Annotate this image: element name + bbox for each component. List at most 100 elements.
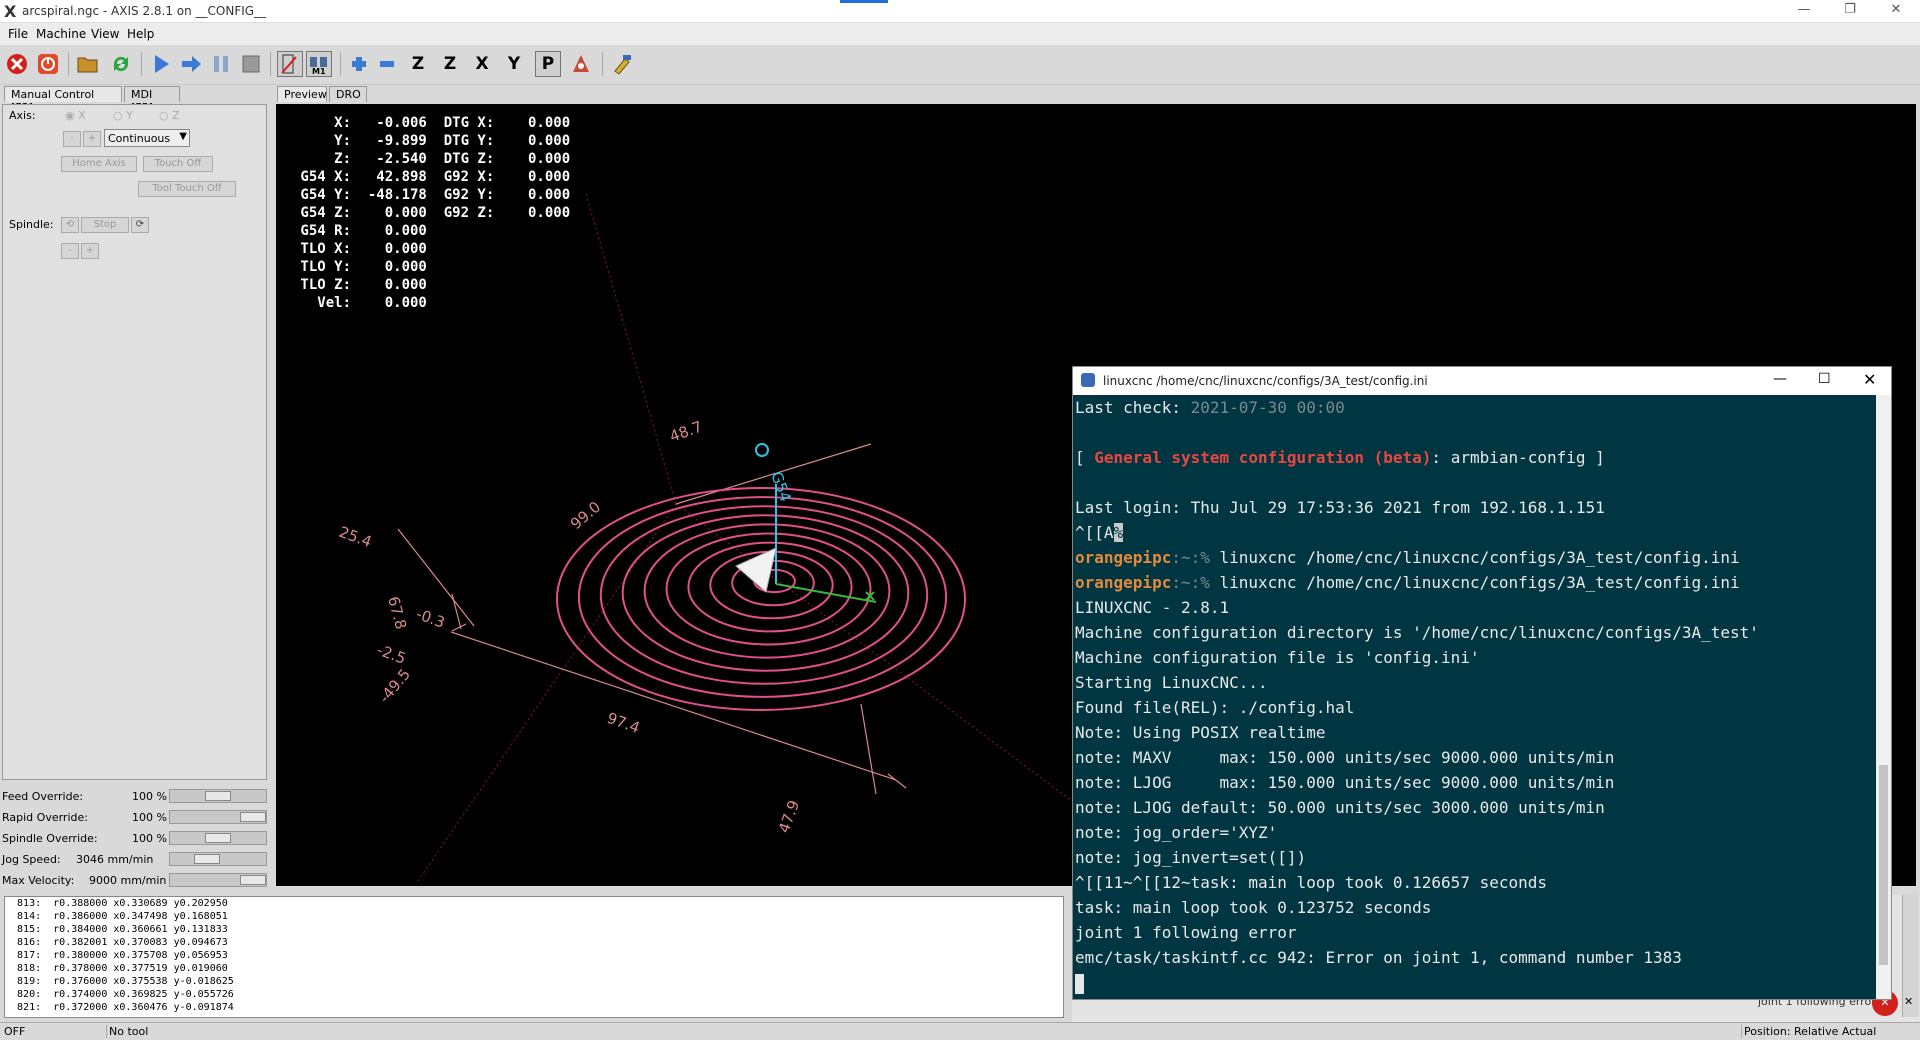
menu-file[interactable]: File <box>8 27 28 41</box>
max-velocity-value: 9000 mm/min <box>89 874 167 887</box>
spindle-stop-button[interactable]: Stop <box>81 217 129 233</box>
slider-thumb[interactable] <box>205 833 231 843</box>
home-axis-button[interactable]: Home Axis <box>61 156 137 172</box>
gcode-line[interactable]: 816: r0.382001 x0.370083 y0.094673 <box>5 936 1063 949</box>
chevron-down-icon: ▼ <box>179 131 187 142</box>
gcode-line[interactable]: 815: r0.384000 x0.360661 y0.131833 <box>5 923 1063 936</box>
gcode-line[interactable]: 819: r0.376000 x0.375538 y-0.018625 <box>5 975 1063 988</box>
jog-mode-select[interactable]: Continuous ▼ <box>104 129 190 147</box>
view-x-icon[interactable]: X <box>469 51 495 77</box>
spindle-plus-button[interactable]: + <box>81 243 99 259</box>
step-icon[interactable] <box>178 51 204 77</box>
view-z-icon[interactable]: Z <box>405 51 431 77</box>
minimize-button[interactable]: — <box>1784 2 1824 20</box>
terminal-line: task: main loop took 0.123752 seconds <box>1075 898 1432 917</box>
dim-line <box>887 773 907 789</box>
dismiss-error-icon[interactable]: ✕ <box>1904 995 1913 1008</box>
statusbar: OFF No tool Position: Relative Actual <box>0 1022 1920 1040</box>
override-section: Feed Override: 100 % Rapid Override: 100… <box>0 786 270 887</box>
axis-radio-y[interactable]: ○ Y <box>113 109 133 122</box>
gcode-line[interactable]: 814: r0.386000 x0.347498 y0.168051 <box>5 910 1063 923</box>
terminal-maximize-icon[interactable]: ☐ <box>1818 371 1831 387</box>
dimension-label: 48.7 <box>667 417 705 445</box>
tool-touch-off-button[interactable]: Tool Touch Off <box>138 181 236 197</box>
menu-machine[interactable]: Machine <box>36 27 86 41</box>
spindle-cw-icon[interactable]: ⟳ <box>131 217 149 233</box>
dro-line: Z: -2.540 DTG Z: 0.000 <box>292 151 571 167</box>
block-delete-icon[interactable] <box>277 51 303 77</box>
axis-radio-x[interactable]: ◉ X <box>65 109 86 122</box>
jog-speed-label: Jog Speed: <box>2 853 61 866</box>
slider-thumb[interactable] <box>193 854 220 864</box>
dro-line: G54 Y: -48.178 G92 Y: 0.000 <box>292 187 571 203</box>
terminal-output[interactable]: Last check: 2021-07-30 00:00 [ General s… <box>1073 395 1876 999</box>
gcode-line[interactable]: 817: r0.380000 x0.375708 y0.056953 <box>5 949 1063 962</box>
terminal-line: note: LJOG max: 150.000 units/sec 9000.0… <box>1075 773 1615 792</box>
terminal-minimize-icon[interactable]: — <box>1773 371 1787 387</box>
slider-thumb[interactable] <box>240 875 266 885</box>
jog-speed-slider[interactable] <box>169 852 267 866</box>
tab-dro[interactable]: DRO <box>329 86 367 102</box>
jog-minus-button[interactable]: - <box>63 131 81 147</box>
window-titlebar: X arcspiral.ngc - AXIS 2.8.1 on __CONFIG… <box>0 0 1920 23</box>
scrollbar-thumb[interactable] <box>1879 765 1888 965</box>
maximize-button[interactable]: ❐ <box>1830 2 1870 20</box>
toolpath-loop <box>556 487 966 711</box>
spindle-minus-button[interactable]: - <box>61 243 79 259</box>
max-velocity-slider[interactable] <box>169 873 267 887</box>
stop-icon[interactable] <box>238 51 264 77</box>
spindle-override-slider[interactable] <box>169 831 267 845</box>
reload-icon[interactable] <box>108 51 134 77</box>
dim-line <box>450 631 897 781</box>
menu-view[interactable]: View <box>91 27 119 41</box>
power-icon[interactable] <box>35 51 61 77</box>
axis-radio-z[interactable]: ○ Z <box>159 109 180 122</box>
zoom-out-icon[interactable] <box>374 51 400 77</box>
close-button[interactable]: ✕ <box>1876 2 1916 20</box>
zoom-in-icon[interactable] <box>346 51 372 77</box>
feed-override-slider[interactable] <box>169 789 267 803</box>
gcode-line[interactable]: 821: r0.372000 x0.360476 y-0.091874 <box>5 1001 1063 1014</box>
terminal-line: orangepipc:~:% linuxcnc /home/cnc/linuxc… <box>1075 548 1740 567</box>
jog-mode-value: Continuous <box>108 132 171 145</box>
feed-override-label: Feed Override: <box>2 790 84 803</box>
slider-thumb[interactable] <box>240 812 266 822</box>
spindle-override-label: Spindle Override: <box>2 832 98 845</box>
dro-readout: X: -0.006 DTG X: 0.000 Y: -9.899 DTG Y: … <box>292 114 570 312</box>
clear-plot-icon[interactable] <box>609 51 635 77</box>
open-file-icon[interactable] <box>75 51 101 77</box>
terminal-close-icon[interactable]: ✕ <box>1863 370 1876 389</box>
pause-icon[interactable] <box>208 51 234 77</box>
terminal-line: [ General system configuration (beta): a… <box>1075 448 1605 467</box>
tab-preview[interactable]: Preview <box>277 86 327 102</box>
dim-line <box>860 703 877 795</box>
terminal-line: note: LJOG default: 50.000 units/sec 300… <box>1075 798 1605 817</box>
rotate-icon[interactable] <box>568 51 594 77</box>
slider-thumb[interactable] <box>205 791 231 801</box>
terminal-line: Last login: Thu Jul 29 17:53:36 2021 fro… <box>1075 498 1605 517</box>
gcode-line[interactable]: 820: r0.374000 x0.369825 y-0.055726 <box>5 988 1063 1001</box>
terminal-scrollbar[interactable] <box>1876 395 1891 999</box>
terminal-window[interactable]: linuxcnc /home/cnc/linuxcnc/configs/3A_t… <box>1072 366 1892 1000</box>
jog-plus-button[interactable]: + <box>83 131 101 147</box>
menu-help[interactable]: Help <box>127 27 154 41</box>
gcode-listing[interactable]: 813: r0.388000 x0.330689 y0.202950 814: … <box>4 896 1064 1018</box>
run-icon[interactable] <box>148 51 174 77</box>
machine-state: OFF <box>4 1025 26 1038</box>
view-y-icon[interactable]: Y <box>501 51 527 77</box>
dim-line <box>451 623 467 632</box>
optional-stop-icon[interactable]: M1 <box>306 51 332 77</box>
dro-line: Vel: 0.000 <box>292 295 427 311</box>
gcode-line[interactable]: 813: r0.388000 x0.330689 y0.202950 <box>5 897 1063 910</box>
view-z2-icon[interactable]: Z <box>437 51 463 77</box>
estop-icon[interactable] <box>4 51 30 77</box>
tab-mdi[interactable]: MDI [F5] <box>124 86 180 114</box>
tab-manual-control[interactable]: Manual Control [F3] <box>4 86 122 114</box>
rapid-override-slider[interactable] <box>169 810 267 824</box>
spindle-ccw-icon[interactable]: ⟲ <box>61 217 79 233</box>
touch-off-button[interactable]: Touch Off <box>143 156 213 172</box>
view-p-icon[interactable]: P <box>535 51 561 77</box>
feed-override-value: 100 % <box>132 790 167 803</box>
gcode-line[interactable]: 818: r0.378000 x0.377519 y0.019060 <box>5 962 1063 975</box>
